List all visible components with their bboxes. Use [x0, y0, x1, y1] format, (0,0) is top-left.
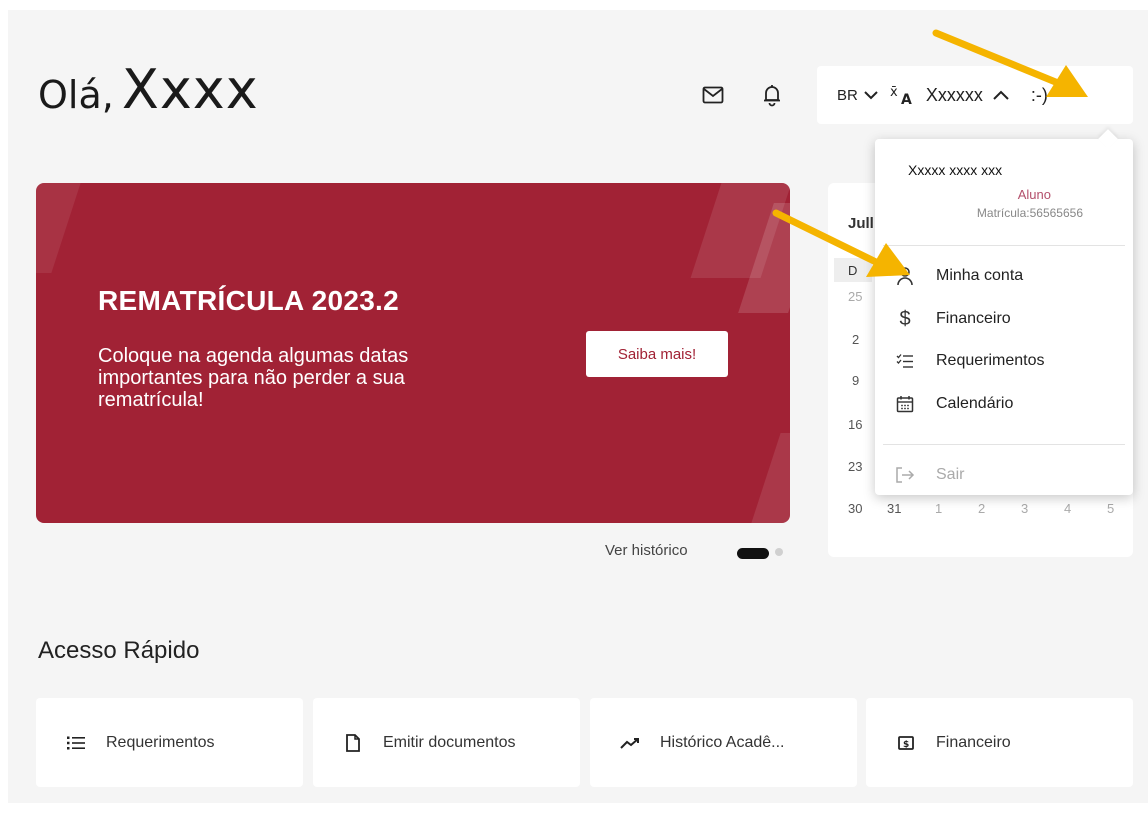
- learn-more-button[interactable]: Saiba mais!: [586, 331, 728, 377]
- dollar-icon: $: [899, 307, 911, 330]
- person-icon: [891, 265, 919, 287]
- history-link[interactable]: Ver histórico: [605, 542, 688, 559]
- language-selector[interactable]: BR: [837, 87, 858, 104]
- user-bar: BR x̄ A Xxxxxx :-): [817, 66, 1133, 124]
- translate-icon[interactable]: x̄ A: [890, 84, 916, 106]
- calendar-day[interactable]: 31: [887, 501, 901, 516]
- user-full-name: Xxxxx xxxx xxx: [908, 162, 1003, 178]
- logout-button[interactable]: Sair: [889, 457, 1119, 493]
- trending-icon: [620, 733, 640, 753]
- quick-card-financial[interactable]: $ Financeiro: [866, 698, 1133, 787]
- mail-icon: [702, 86, 724, 104]
- greeting-text: Olá,: [38, 73, 114, 117]
- menu-item-my-account[interactable]: Minha conta: [889, 258, 1119, 294]
- calendar-icon: [891, 393, 919, 415]
- menu-divider: [883, 444, 1125, 445]
- quick-card-academic-history[interactable]: Histórico Acadê...: [590, 698, 857, 787]
- banner-text: Coloque na agenda algumas datas importan…: [98, 345, 409, 411]
- chevron-down-icon[interactable]: [864, 90, 878, 100]
- checklist-icon: [891, 350, 919, 372]
- calendar-day[interactable]: 2: [978, 501, 985, 516]
- calendar-day[interactable]: 1: [935, 501, 942, 516]
- menu-divider: [883, 245, 1125, 246]
- menu-caret: [1098, 129, 1118, 149]
- banner-decoration: [751, 433, 790, 523]
- mail-button[interactable]: [700, 82, 726, 108]
- carousel-dot[interactable]: [775, 548, 783, 556]
- bell-icon: [764, 85, 780, 107]
- quick-access-title: Acesso Rápido: [38, 637, 200, 664]
- menu-item-label: Requerimentos: [936, 352, 1045, 369]
- calendar-day[interactable]: 30: [848, 501, 862, 516]
- quick-card-label: Financeiro: [936, 733, 1011, 751]
- carousel-dot-active[interactable]: [737, 548, 769, 559]
- greeting: Olá, Xxxx: [38, 58, 259, 121]
- document-icon: [343, 733, 363, 753]
- quick-card-label: Requerimentos: [106, 733, 215, 751]
- promo-banner: REMATRÍCULA 2023.2 Coloque na agenda alg…: [36, 183, 790, 523]
- list-icon: [66, 733, 86, 753]
- user-registration: Matrícula:56565656: [976, 206, 1083, 220]
- menu-item-requests[interactable]: Requerimentos: [889, 343, 1119, 379]
- calendar-day[interactable]: 3: [1021, 501, 1028, 516]
- menu-item-calendar[interactable]: Calendário: [889, 386, 1119, 422]
- page-background: Olá, Xxxx BR x̄ A Xxxxxx:-) REMATRÍCULA…: [8, 10, 1148, 803]
- quick-card-documents[interactable]: Emitir documentos: [313, 698, 580, 787]
- notifications-button[interactable]: [759, 82, 785, 108]
- menu-item-financial[interactable]: $ Financeiro: [889, 301, 1119, 337]
- calendar-day[interactable]: 2: [852, 332, 859, 347]
- calendar-day[interactable]: 9: [852, 373, 859, 388]
- money-icon: $: [896, 733, 916, 753]
- banner-title: REMATRÍCULA 2023.2: [98, 285, 400, 316]
- chevron-up-icon[interactable]: [993, 90, 1009, 100]
- avatar-smiley[interactable]: :-): [1031, 85, 1048, 106]
- svg-text:A: A: [901, 92, 912, 106]
- calendar-month: Jull: [848, 215, 874, 232]
- calendar-day[interactable]: 4: [1064, 501, 1071, 516]
- banner-decoration: [36, 183, 81, 273]
- menu-item-label: Calendário: [936, 395, 1014, 412]
- menu-item-label: Financeiro: [936, 310, 1011, 327]
- logout-label: Sair: [936, 466, 965, 483]
- user-dropdown-menu: Xxxxx xxxx xxx Aluno Matrícula:56565656 …: [875, 129, 1133, 495]
- quick-card-label: Emitir documentos: [383, 733, 516, 751]
- calendar-day[interactable]: 23: [848, 459, 862, 474]
- calendar-day[interactable]: 25: [848, 289, 862, 304]
- calendar-weekday-header: D: [834, 258, 872, 282]
- svg-text:$: $: [903, 740, 909, 750]
- user-role: Aluno: [1017, 187, 1051, 202]
- logout-icon: [891, 464, 919, 486]
- calendar-day[interactable]: 16: [848, 417, 862, 432]
- quick-card-label: Histórico Acadê...: [660, 733, 785, 751]
- svg-text:x̄: x̄: [890, 85, 898, 100]
- menu-item-label: Minha conta: [936, 267, 1024, 284]
- username[interactable]: Xxxxxx: [926, 85, 983, 106]
- greeting-user-name: Xxxx: [121, 58, 259, 121]
- calendar-day[interactable]: 5: [1107, 501, 1114, 516]
- quick-card-requests[interactable]: Requerimentos: [36, 698, 303, 787]
